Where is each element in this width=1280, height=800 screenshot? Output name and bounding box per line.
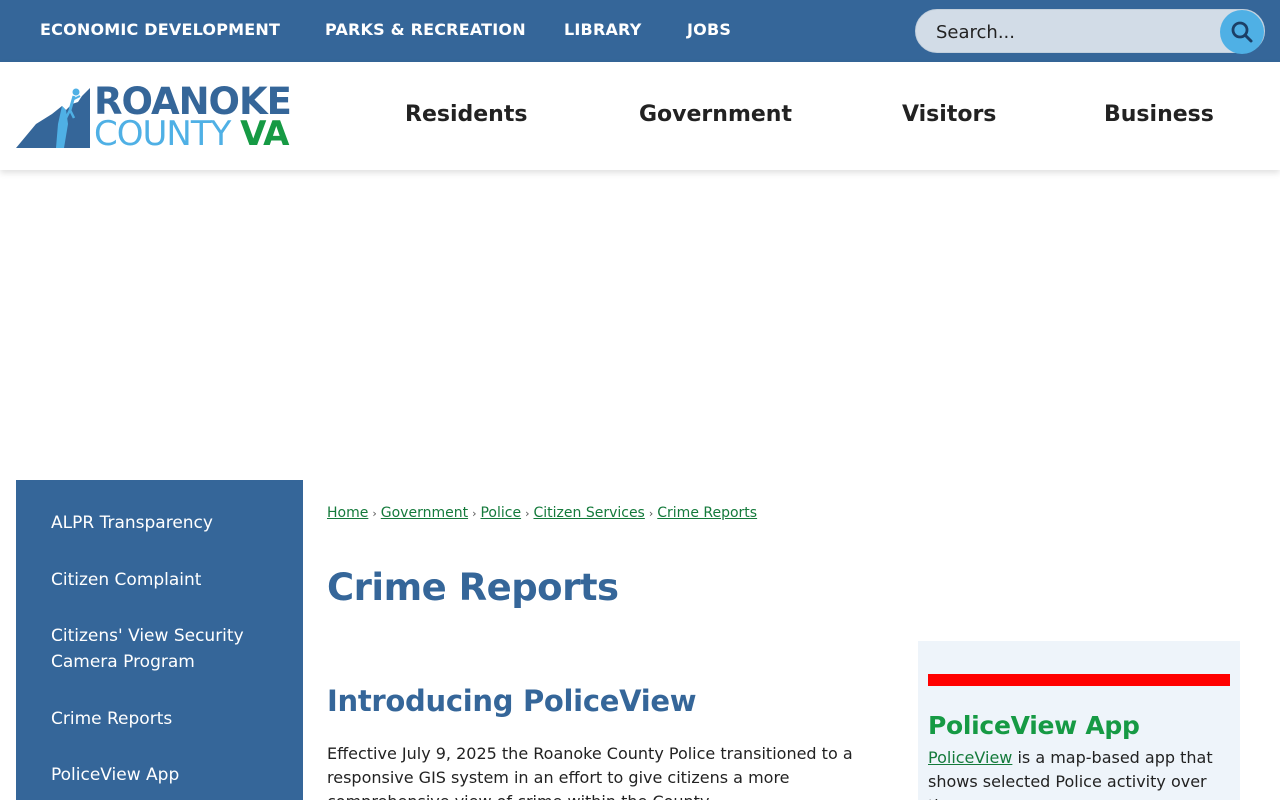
breadcrumb-government[interactable]: Government xyxy=(381,505,468,521)
section-title: Introducing PoliceView xyxy=(327,684,697,718)
sidebar-item-policeview-app[interactable]: PoliceView App xyxy=(51,762,281,788)
policeview-card-text: PoliceView is a map-based app that shows… xyxy=(928,746,1228,800)
policeview-link[interactable]: PoliceView xyxy=(928,748,1012,767)
policeview-card: PoliceView App PoliceView is a map-based… xyxy=(918,641,1240,800)
breadcrumb-separator: › xyxy=(372,507,377,520)
breadcrumb-citizen-services[interactable]: Citizen Services xyxy=(533,505,644,521)
breadcrumb-police[interactable]: Police xyxy=(480,505,521,521)
policeview-card-title: PoliceView App xyxy=(928,711,1140,740)
sidebar-item-crime-reports[interactable]: Crime Reports xyxy=(51,706,281,732)
nav-parks-recreation[interactable]: PARKS & RECREATION xyxy=(325,20,526,39)
site-header: ROANOKE COUNTY VA Residents Government V… xyxy=(0,62,1280,170)
nav-library[interactable]: LIBRARY xyxy=(564,20,641,39)
alert-bar xyxy=(928,674,1230,686)
roanoke-county-logo[interactable]: ROANOKE COUNTY VA xyxy=(14,82,292,154)
search-button[interactable] xyxy=(1220,10,1264,54)
page-title: Crime Reports xyxy=(327,566,619,609)
utility-bar: ECONOMIC DEVELOPMENT PARKS & RECREATION … xyxy=(0,0,1280,62)
breadcrumb-separator: › xyxy=(648,507,654,520)
sidebar-item-citizens-view-camera[interactable]: Citizens' View Security Camera Program xyxy=(51,623,281,675)
intro-paragraph: Effective July 9, 2025 the Roanoke Count… xyxy=(327,744,853,800)
mountain-climber-icon xyxy=(16,88,90,148)
breadcrumb-separator: › xyxy=(472,507,477,520)
sidebar-item-alpr-transparency[interactable]: ALPR Transparency xyxy=(51,510,281,536)
sidebar-nav: ALPR Transparency Citizen Complaint Citi… xyxy=(16,480,303,800)
search-box xyxy=(915,9,1265,54)
nav-jobs[interactable]: JOBS xyxy=(687,20,731,39)
nav-government[interactable]: Government xyxy=(639,102,792,127)
nav-visitors[interactable]: Visitors xyxy=(902,102,996,127)
banner-area xyxy=(0,170,1280,480)
breadcrumb-separator: › xyxy=(525,507,530,520)
search-input[interactable] xyxy=(936,18,1216,46)
logo-county-va: COUNTY VA xyxy=(94,114,290,154)
nav-business[interactable]: Business xyxy=(1104,102,1214,127)
breadcrumb-home[interactable]: Home xyxy=(327,505,368,521)
logo-va: VA xyxy=(240,114,289,154)
breadcrumb-crime-reports[interactable]: Crime Reports xyxy=(657,505,757,521)
sidebar-item-citizen-complaint[interactable]: Citizen Complaint xyxy=(51,567,281,593)
nav-economic-development[interactable]: ECONOMIC DEVELOPMENT xyxy=(40,20,280,39)
logo-county: COUNTY xyxy=(94,114,231,154)
search-icon xyxy=(1231,21,1253,43)
nav-residents[interactable]: Residents xyxy=(405,102,527,127)
breadcrumb: Home › Government › Police › Citizen Services ›… xyxy=(327,505,757,521)
